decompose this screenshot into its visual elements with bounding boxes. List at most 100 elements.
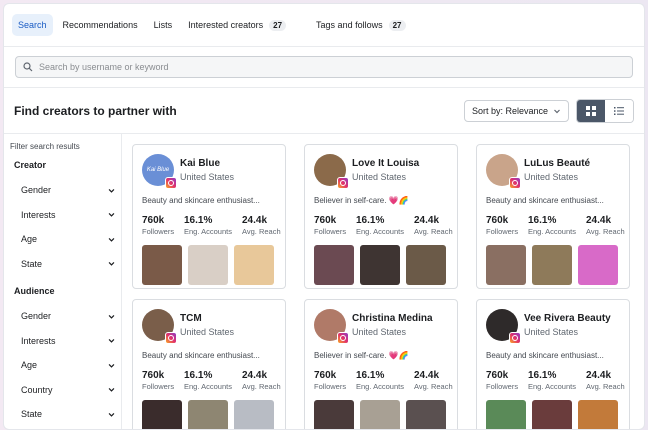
- grid-view-button[interactable]: [577, 99, 605, 122]
- creator-state-filter[interactable]: State: [10, 252, 121, 277]
- post-thumbnail[interactable]: [486, 245, 526, 285]
- followers-label: Followers: [314, 382, 347, 391]
- audience-state-filter[interactable]: State: [10, 402, 121, 427]
- list-view-button[interactable]: [605, 99, 633, 122]
- engagement-value: 16.1%: [356, 370, 385, 381]
- instagram-icon: [509, 177, 521, 189]
- post-thumbnail[interactable]: [314, 400, 354, 429]
- post-thumbnail[interactable]: [406, 400, 446, 429]
- followers-value: 760k: [142, 215, 165, 226]
- creator-card[interactable]: LuLus Beauté United States Beauty and skin…: [476, 144, 630, 289]
- creator-filter-heading: Creator: [14, 160, 47, 170]
- filter-label: State: [21, 258, 43, 269]
- post-thumbnail[interactable]: [142, 245, 182, 285]
- post-thumbnail[interactable]: [486, 400, 526, 429]
- creator-name[interactable]: Vee Rivera Beauty: [524, 313, 611, 324]
- creator-card[interactable]: TCM United States Beauty and skincare enth…: [132, 299, 286, 429]
- creator-name[interactable]: LuLus Beauté: [524, 158, 590, 169]
- creator-country: United States: [352, 327, 407, 337]
- reach-value: 24.4k: [414, 370, 440, 381]
- post-thumbnail[interactable]: [188, 400, 228, 429]
- post-thumbnail[interactable]: [360, 245, 400, 285]
- search-input[interactable]: [39, 62, 625, 72]
- reach-label: Avg. Reach: [414, 227, 453, 236]
- creator-age-filter[interactable]: Age: [10, 227, 121, 252]
- engagement-label: Eng. Accounts: [184, 227, 232, 236]
- chevron-down-icon: [108, 339, 115, 344]
- tab-label: Interested creators: [188, 20, 264, 30]
- creator-name[interactable]: TCM: [180, 313, 234, 324]
- audience-gender-filter[interactable]: Gender: [10, 304, 121, 329]
- engagement-label: Eng. Accounts: [356, 382, 404, 391]
- tab-search[interactable]: Search: [12, 14, 53, 36]
- creator-bio: Beauty and skincare enthusiast...: [142, 351, 260, 360]
- chevron-down-icon: [108, 314, 115, 319]
- audience-filter-heading: Audience: [14, 286, 55, 296]
- post-thumbnail[interactable]: [406, 245, 446, 285]
- audience-country-filter[interactable]: Country: [10, 378, 121, 403]
- chevron-down-icon: [108, 388, 115, 393]
- post-thumbnail[interactable]: [578, 245, 618, 285]
- creator-name[interactable]: Kai Blue: [180, 158, 234, 169]
- creator-name[interactable]: Love It Louisa: [352, 158, 419, 169]
- chevron-down-icon: [108, 188, 115, 193]
- creator-bio: Believer in self-care. 💗🌈: [314, 351, 409, 360]
- post-thumbnail[interactable]: [234, 245, 274, 285]
- creator-country: United States: [524, 327, 579, 337]
- creator-card[interactable]: Kai Blue Kai Blue United States Beauty and …: [132, 144, 286, 289]
- post-thumbnail[interactable]: [142, 400, 182, 429]
- followers-value: 760k: [486, 215, 509, 226]
- reach-value: 24.4k: [586, 215, 612, 226]
- tab-tags-and-follows[interactable]: Tags and follows 27: [310, 14, 411, 37]
- grid-icon: [586, 105, 596, 116]
- creator-card[interactable]: Vee Rivera Beauty United States Beauty and…: [476, 299, 630, 429]
- reach-value: 24.4k: [242, 370, 268, 381]
- creator-interests-filter[interactable]: Interests: [10, 203, 121, 228]
- filter-label: Gender: [21, 185, 52, 196]
- reach-value: 24.4k: [242, 215, 268, 226]
- engagement-label: Eng. Accounts: [184, 382, 232, 391]
- tab-label: Recommendations: [62, 20, 138, 30]
- search-icon: [23, 62, 33, 72]
- post-thumbnail[interactable]: [188, 245, 228, 285]
- creator-bio: Beauty and skincare enthusiast...: [486, 196, 604, 205]
- creator-country: United States: [180, 172, 235, 182]
- followers-value: 760k: [486, 370, 509, 381]
- engagement-label: Eng. Accounts: [356, 227, 404, 236]
- engagement-value: 16.1%: [184, 370, 213, 381]
- tab-lists[interactable]: Lists: [148, 14, 179, 36]
- app-window: Search Recommendations Lists Interested …: [3, 3, 645, 430]
- creator-name[interactable]: Christina Medina: [352, 313, 433, 324]
- instagram-icon: [165, 177, 177, 189]
- chevron-down-icon: [108, 237, 115, 242]
- followers-value: 760k: [314, 370, 337, 381]
- audience-age-filter[interactable]: Age: [10, 353, 121, 378]
- engagement-value: 16.1%: [528, 370, 557, 381]
- post-thumbnail[interactable]: [578, 400, 618, 429]
- filter-label: Interests: [21, 209, 56, 220]
- search-bar[interactable]: [15, 56, 633, 78]
- creator-bio: Beauty and skincare enthusiast...: [486, 351, 604, 360]
- reach-label: Avg. Reach: [414, 382, 453, 391]
- creator-country: United States: [352, 172, 407, 182]
- post-thumbnail[interactable]: [532, 245, 572, 285]
- audience-interests-filter[interactable]: Interests: [10, 329, 121, 354]
- creator-bio: Beauty and skincare enthusiast...: [142, 196, 260, 205]
- filter-label: Gender: [21, 311, 52, 322]
- filter-label: State: [21, 409, 43, 420]
- engagement-value: 16.1%: [528, 215, 557, 226]
- post-thumbnail[interactable]: [314, 245, 354, 285]
- post-thumbnail[interactable]: [532, 400, 572, 429]
- instagram-icon: [337, 177, 349, 189]
- creator-gender-filter[interactable]: Gender: [10, 178, 121, 203]
- filter-label: Country: [21, 384, 53, 395]
- post-thumbnail[interactable]: [360, 400, 400, 429]
- engagement-label: Eng. Accounts: [528, 382, 576, 391]
- engagement-value: 16.1%: [356, 215, 385, 226]
- tab-interested-creators[interactable]: Interested creators 27: [182, 14, 292, 37]
- post-thumbnail[interactable]: [234, 400, 274, 429]
- creator-card[interactable]: Christina Medina United States Believer in…: [304, 299, 458, 429]
- sort-dropdown[interactable]: Sort by: Relevance: [463, 99, 569, 122]
- creator-card[interactable]: Love It Louisa United States Believer in s…: [304, 144, 458, 289]
- tab-recommendations[interactable]: Recommendations: [57, 14, 144, 36]
